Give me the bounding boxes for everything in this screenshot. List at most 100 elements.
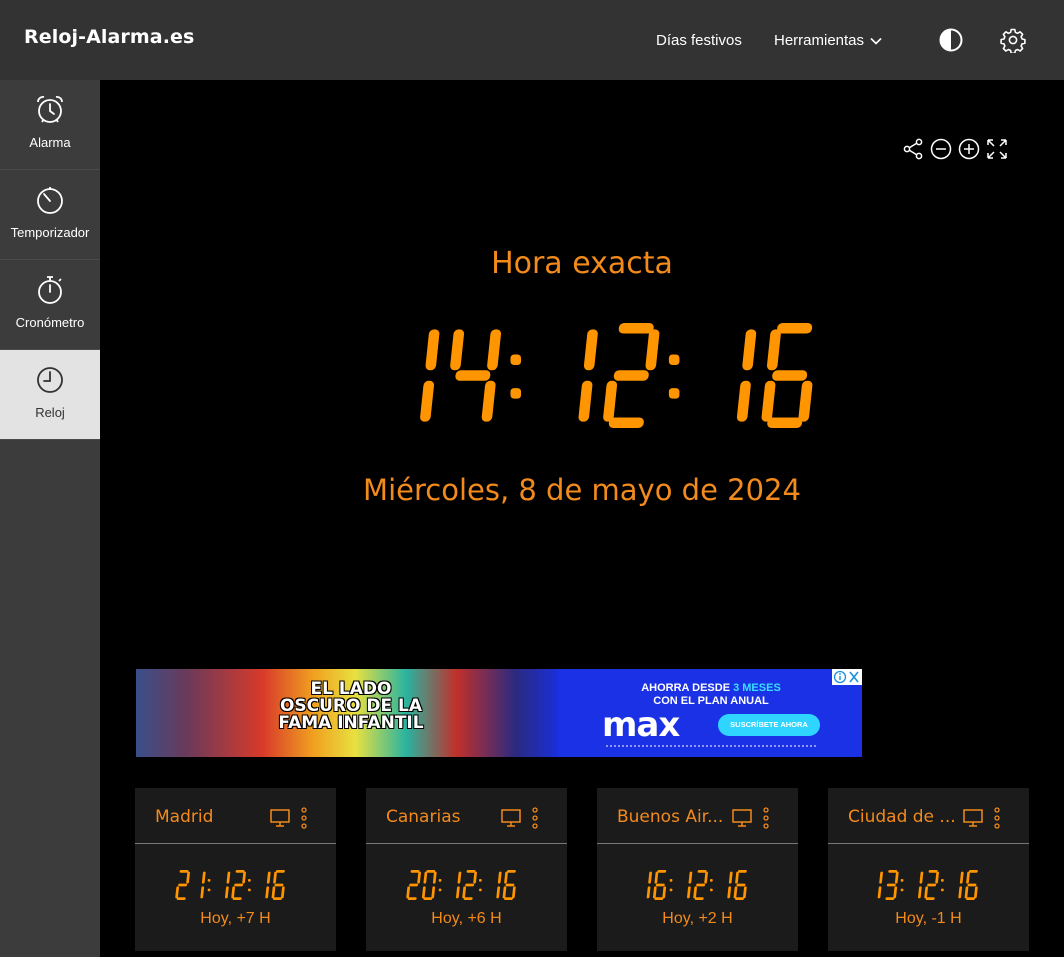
digit-1 bbox=[687, 871, 693, 899]
city-offset: Hoy, +7 H bbox=[200, 910, 271, 927]
monitor-icon[interactable] bbox=[962, 808, 984, 828]
card-divider bbox=[135, 843, 336, 844]
colon-dot bbox=[710, 879, 713, 882]
more-options-icon[interactable] bbox=[991, 806, 1003, 830]
city-digital-clock bbox=[646, 870, 747, 900]
world-clock-card: Canarias Hoy, +6 H bbox=[366, 788, 567, 951]
colon-dot bbox=[900, 879, 904, 882]
clock-date: Miércoles, 8 de mayo de 2024 bbox=[363, 473, 801, 507]
digit-1 bbox=[225, 871, 231, 899]
chevron-down-icon bbox=[870, 37, 882, 45]
colon-dot bbox=[207, 888, 211, 892]
city-offset: Hoy, -1 H bbox=[895, 910, 962, 927]
ad-info-icon[interactable] bbox=[832, 669, 862, 685]
nav-festivos-link[interactable]: Días festivos bbox=[656, 32, 742, 49]
share-icon[interactable] bbox=[901, 137, 925, 161]
colon-dot bbox=[710, 888, 713, 892]
alarm-clock-icon bbox=[37, 96, 63, 123]
colon-dot bbox=[248, 879, 251, 882]
more-options-icon[interactable] bbox=[298, 806, 310, 830]
timer-icon bbox=[37, 187, 63, 214]
ad-headline: EL LADO OSCURO DE LA FAMA INFANTIL bbox=[278, 679, 424, 733]
digit-1 bbox=[496, 871, 502, 899]
clock-title: Hora exacta bbox=[491, 246, 673, 281]
sidebar-item-temporizador[interactable]: Temporizador bbox=[0, 170, 100, 260]
card-divider bbox=[828, 843, 1029, 844]
stopwatch-icon bbox=[38, 276, 62, 304]
ad-promo-prefix: AHORRA DESDE bbox=[641, 682, 734, 694]
card-divider bbox=[366, 843, 567, 844]
colon-dot bbox=[510, 354, 522, 366]
monitor-icon[interactable] bbox=[269, 808, 291, 828]
digit-2 bbox=[231, 870, 246, 900]
sidebar-item-alarma[interactable]: Alarma bbox=[0, 80, 100, 170]
colon-dot bbox=[479, 879, 482, 882]
more-options-icon[interactable] bbox=[529, 806, 541, 830]
sidebar-item-label: Reloj bbox=[35, 405, 65, 420]
world-clock-card: Buenos Air... Hoy, +2 H bbox=[597, 788, 798, 951]
sidebar-item-label: Alarma bbox=[29, 135, 71, 150]
ad-subscribe-button[interactable]: SUSCRÍBETE AHORA bbox=[718, 714, 820, 736]
sidebar-item-label: Temporizador bbox=[10, 225, 90, 240]
zoom-out-icon[interactable] bbox=[929, 137, 953, 161]
main-content: Hora exacta Miércoles, 8 de mayo de 2024… bbox=[100, 80, 1064, 957]
digit-6 bbox=[733, 870, 747, 900]
digit-1 bbox=[877, 871, 883, 899]
digit-2 bbox=[924, 870, 939, 900]
ad-promo-highlight: 3 MESES bbox=[733, 682, 781, 694]
zoom-in-icon[interactable] bbox=[957, 137, 981, 161]
digit-1 bbox=[736, 329, 757, 422]
digit-0 bbox=[421, 870, 437, 900]
city-offset: Hoy, +2 H bbox=[662, 910, 733, 927]
digit-1 bbox=[265, 871, 271, 899]
digit-1 bbox=[456, 871, 462, 899]
advertisement-banner[interactable]: EL LADO OSCURO DE LA FAMA INFANTIL AHORR… bbox=[136, 669, 862, 757]
digit-1 bbox=[727, 871, 733, 899]
digital-clock bbox=[420, 323, 813, 428]
city-offset: Hoy, +6 H bbox=[431, 910, 502, 927]
world-clock-card: Ciudad de ... Hoy, -1 H bbox=[828, 788, 1029, 951]
digit-3 bbox=[885, 870, 899, 900]
gear-icon[interactable] bbox=[1000, 27, 1026, 53]
ad-choices[interactable] bbox=[832, 669, 862, 685]
monitor-icon[interactable] bbox=[500, 808, 522, 828]
colon-dot bbox=[669, 879, 673, 882]
ad-fine-print bbox=[606, 745, 816, 751]
colon-dot bbox=[900, 888, 904, 892]
colon-dot bbox=[669, 888, 673, 892]
digit-2 bbox=[462, 870, 477, 900]
city-name: Canarias bbox=[386, 807, 461, 827]
digit-4 bbox=[450, 329, 502, 422]
sidebar-item-cronometro[interactable]: Cronómetro bbox=[0, 260, 100, 350]
digit-2 bbox=[175, 870, 190, 900]
colon-dot bbox=[510, 388, 522, 399]
city-digital-clock bbox=[175, 870, 285, 900]
fullscreen-icon[interactable] bbox=[985, 137, 1009, 161]
clock-icon bbox=[37, 367, 63, 393]
digit-1 bbox=[578, 329, 598, 422]
city-digital-clock bbox=[877, 870, 978, 900]
top-bar: Reloj-Alarma.es Días festivos Herramient… bbox=[0, 0, 1064, 80]
digit-1 bbox=[918, 871, 924, 899]
contrast-icon[interactable] bbox=[938, 27, 964, 53]
colon-dot bbox=[668, 388, 680, 399]
nav-herramientas-menu[interactable]: Herramientas bbox=[774, 32, 882, 49]
digit-6 bbox=[271, 870, 285, 900]
colon-dot bbox=[248, 888, 251, 892]
site-logo[interactable]: Reloj-Alarma.es bbox=[24, 26, 194, 48]
city-name: Ciudad de ... bbox=[848, 807, 956, 827]
monitor-icon[interactable] bbox=[731, 808, 753, 828]
ad-brand-logo: max bbox=[602, 705, 680, 745]
more-options-icon[interactable] bbox=[760, 806, 772, 830]
ad-promo-line1: AHORRA DESDE 3 MESES bbox=[586, 682, 836, 694]
world-clock-card: Madrid Hoy, +7 H bbox=[135, 788, 336, 951]
digit-6 bbox=[652, 870, 667, 900]
card-divider bbox=[597, 843, 798, 844]
colon-dot bbox=[941, 879, 944, 882]
sidebar-item-reloj[interactable]: Reloj bbox=[0, 350, 100, 440]
digit-6 bbox=[964, 870, 978, 900]
digit-2 bbox=[406, 870, 421, 900]
colon-dot bbox=[438, 879, 442, 882]
digit-1 bbox=[200, 871, 206, 899]
nav-herramientas-label: Herramientas bbox=[774, 32, 865, 49]
